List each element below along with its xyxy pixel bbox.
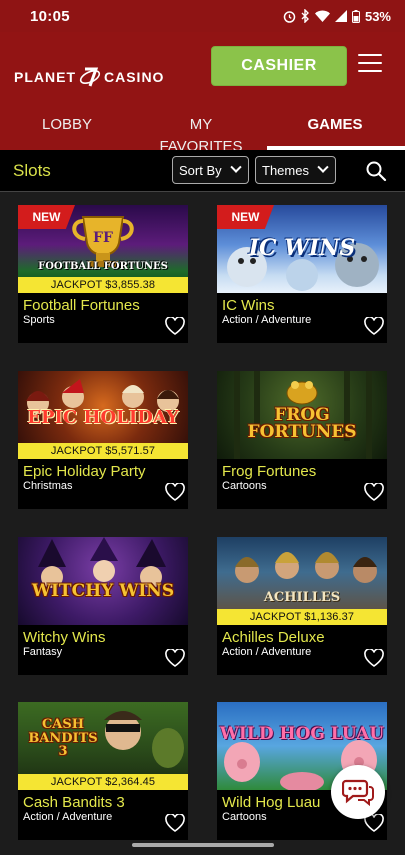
logo-text-left: PLANET bbox=[14, 69, 76, 85]
chevron-down-icon bbox=[317, 161, 329, 173]
status-bar: 10:05 53% bbox=[0, 0, 405, 32]
favorite-heart-icon[interactable] bbox=[165, 649, 185, 667]
game-title[interactable]: Cash Bandits 3 bbox=[23, 794, 125, 811]
live-chat-button[interactable] bbox=[331, 765, 385, 819]
thumbnail-title: EPIC HOLIDAY bbox=[27, 407, 179, 428]
status-time: 10:05 bbox=[30, 7, 70, 25]
game-category: Action / Adventure bbox=[222, 314, 312, 326]
thumbnail-title: FROG FORTUNES bbox=[247, 405, 357, 442]
game-thumbnail[interactable]: FF FOOTBALL FORTUNES NEW JACKPOT $3,855.… bbox=[18, 205, 188, 293]
game-title[interactable]: Achilles Deluxe bbox=[222, 629, 325, 646]
chevron-down-icon bbox=[230, 161, 242, 173]
game-title[interactable]: Frog Fortunes bbox=[222, 463, 316, 480]
main-tabs: LOBBY MY FAVORITES GAMES bbox=[0, 114, 405, 155]
favorite-heart-icon[interactable] bbox=[165, 483, 185, 501]
game-title[interactable]: IC Wins bbox=[222, 297, 275, 314]
tab-my-favorites[interactable]: MY FAVORITES bbox=[150, 114, 252, 155]
thumbnail-title: FOOTBALL FORTUNES bbox=[38, 261, 168, 272]
logo-text-right: CASINO bbox=[104, 69, 165, 85]
favorite-heart-icon[interactable] bbox=[364, 317, 384, 335]
battery-icon bbox=[351, 9, 360, 23]
game-title[interactable]: Witchy Wins bbox=[23, 629, 106, 646]
game-card-witchy-wins[interactable]: WITCHY WINS Witchy Wins Fantasy bbox=[18, 537, 188, 675]
new-badge: NEW bbox=[217, 205, 274, 229]
search-icon[interactable] bbox=[365, 160, 387, 182]
signal-icon bbox=[334, 10, 347, 22]
thumbnail-title: ACHILLES bbox=[263, 590, 341, 605]
game-card-epic-holiday-party[interactable]: EPIC HOLIDAY JACKPOT $5,571.57 Epic Holi… bbox=[18, 371, 188, 509]
game-category: Cartoons bbox=[222, 480, 267, 492]
favorite-heart-icon[interactable] bbox=[364, 649, 384, 667]
game-grid: FF FOOTBALL FORTUNES NEW JACKPOT $3,855.… bbox=[0, 192, 405, 855]
game-thumbnail[interactable]: ACHILLES JACKPOT $1,136.37 bbox=[217, 537, 387, 625]
bluetooth-icon bbox=[301, 9, 309, 23]
tab-lobby[interactable]: LOBBY bbox=[42, 114, 92, 150]
favorite-heart-icon[interactable] bbox=[165, 317, 185, 335]
jackpot-banner: JACKPOT $3,855.38 bbox=[18, 277, 188, 293]
game-thumbnail[interactable]: WITCHY WINS bbox=[18, 537, 188, 625]
favorite-heart-icon[interactable] bbox=[364, 483, 384, 501]
game-card-achilles-deluxe[interactable]: ACHILLES JACKPOT $1,136.37 Achilles Delu… bbox=[217, 537, 387, 675]
sort-by-dropdown[interactable]: Sort By bbox=[172, 156, 249, 184]
sort-by-label: Sort By bbox=[179, 162, 222, 178]
favorite-heart-icon[interactable] bbox=[165, 814, 185, 832]
home-indicator[interactable] bbox=[132, 843, 274, 847]
game-card-frog-fortunes[interactable]: FROG FORTUNES Frog Fortunes Cartoons bbox=[217, 371, 387, 509]
tab-games[interactable]: GAMES bbox=[296, 114, 374, 150]
cashier-button[interactable]: CASHIER bbox=[211, 46, 347, 86]
game-category: Action / Adventure bbox=[222, 646, 312, 658]
game-category: Christmas bbox=[23, 480, 73, 492]
logo-seven-icon bbox=[79, 66, 101, 88]
app-header: PLANET CASINO CASHIER LOBBY MY FAVORITES… bbox=[0, 32, 405, 155]
wifi-icon bbox=[314, 10, 330, 22]
game-thumbnail[interactable]: IC WINS NEW bbox=[217, 205, 387, 293]
themes-dropdown[interactable]: Themes bbox=[255, 156, 336, 184]
game-category: Action / Adventure bbox=[23, 811, 113, 823]
chat-bubbles-icon bbox=[342, 779, 374, 807]
thumbnail-title: WILD HOG LUAU bbox=[219, 724, 385, 744]
themes-label: Themes bbox=[262, 162, 309, 178]
game-title[interactable]: Wild Hog Luau bbox=[222, 794, 320, 811]
alarm-icon bbox=[283, 10, 296, 23]
game-thumbnail[interactable]: CASH BANDITS 3 JACKPOT $2,364.45 bbox=[18, 702, 188, 790]
thumbnail-title: IC WINS bbox=[248, 235, 356, 261]
game-card-ic-wins[interactable]: IC WINS NEW IC Wins Action / Adventure bbox=[217, 205, 387, 343]
game-title[interactable]: Epic Holiday Party bbox=[23, 463, 146, 480]
jackpot-banner: JACKPOT $1,136.37 bbox=[217, 609, 387, 625]
game-category: Sports bbox=[23, 314, 55, 326]
svg-text:FF: FF bbox=[93, 230, 113, 246]
battery-percent: 53% bbox=[364, 8, 391, 24]
game-card-cash-bandits-3[interactable]: CASH BANDITS 3 JACKPOT $2,364.45 Cash Ba… bbox=[18, 702, 188, 840]
hamburger-menu-icon[interactable] bbox=[358, 54, 382, 76]
thumbnail-title: WITCHY WINS bbox=[31, 581, 175, 601]
planet-7-casino-logo[interactable]: PLANET CASINO bbox=[14, 66, 164, 88]
thumbnail-title: CASH BANDITS 3 bbox=[28, 717, 98, 760]
game-thumbnail[interactable]: FROG FORTUNES bbox=[217, 371, 387, 459]
game-card-football-fortunes[interactable]: FF FOOTBALL FORTUNES NEW JACKPOT $3,855.… bbox=[18, 205, 188, 343]
status-icons: 53% bbox=[283, 9, 391, 24]
game-thumbnail[interactable]: EPIC HOLIDAY JACKPOT $5,571.57 bbox=[18, 371, 188, 459]
filter-bar: Slots Sort By Themes bbox=[0, 150, 405, 192]
jackpot-banner: JACKPOT $5,571.57 bbox=[18, 443, 188, 459]
jackpot-banner: JACKPOT $2,364.45 bbox=[18, 774, 188, 790]
new-badge: NEW bbox=[18, 205, 75, 229]
game-category: Fantasy bbox=[23, 646, 63, 658]
game-title[interactable]: Football Fortunes bbox=[23, 297, 140, 314]
section-title: Slots bbox=[13, 161, 51, 180]
game-category: Cartoons bbox=[222, 811, 267, 823]
